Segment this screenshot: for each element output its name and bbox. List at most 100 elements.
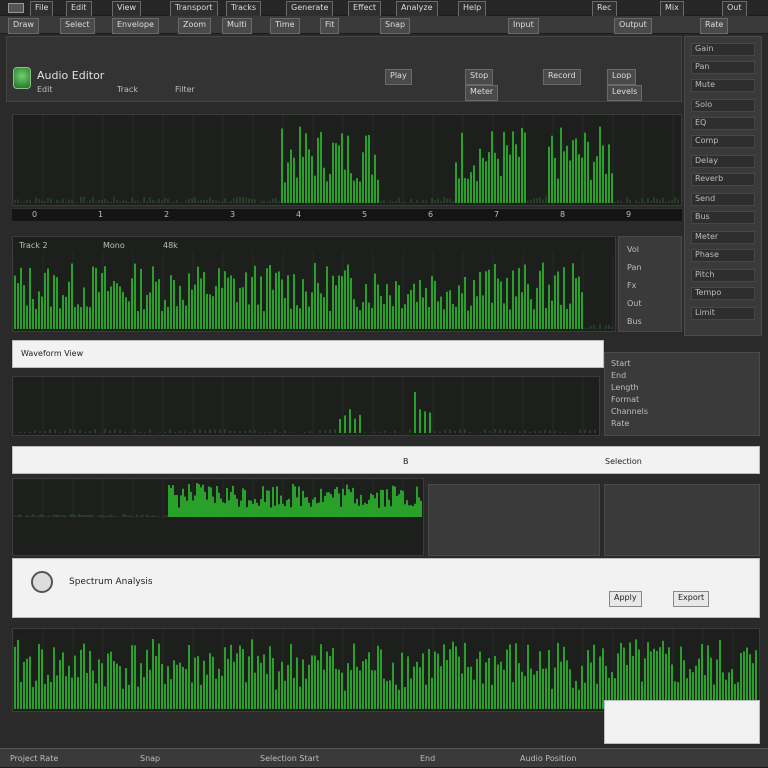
status-bar: Project Rate Snap Selection Start End Au… bbox=[0, 748, 768, 768]
right-panel-item[interactable]: Gain bbox=[691, 43, 755, 56]
header-sub-filter: Filter bbox=[175, 85, 195, 94]
track-2-format: Mono bbox=[103, 241, 125, 250]
status-audio-position: Audio Position bbox=[520, 754, 577, 763]
info-rate: Rate bbox=[611, 419, 630, 428]
right-panel-item[interactable]: Pan bbox=[691, 61, 755, 74]
right-panel-item[interactable]: Solo bbox=[691, 99, 755, 112]
section-5-overlay-box bbox=[604, 700, 760, 744]
tool-select[interactable]: Select bbox=[60, 18, 95, 34]
right-panel-label: Limit bbox=[695, 308, 715, 317]
menu-transport[interactable]: Transport bbox=[170, 1, 218, 17]
device-input[interactable]: Input bbox=[508, 18, 539, 34]
status-end: End bbox=[420, 754, 436, 763]
menu-effect[interactable]: Effect bbox=[348, 1, 382, 17]
tick-label: 7 bbox=[494, 210, 500, 219]
loop-button[interactable]: Loop bbox=[607, 69, 637, 85]
menu-generate[interactable]: Generate bbox=[286, 1, 334, 17]
tool-draw[interactable]: Draw bbox=[8, 18, 39, 34]
tool-fit[interactable]: Fit bbox=[320, 18, 340, 34]
track-4-waveform[interactable] bbox=[13, 479, 423, 519]
menu-view[interactable]: View bbox=[112, 1, 141, 17]
tick-label: 4 bbox=[296, 210, 302, 219]
right-panel-item[interactable]: Pitch bbox=[691, 269, 755, 282]
right-panel-label: Pan bbox=[695, 62, 710, 71]
right-panel-label: Reverb bbox=[695, 174, 724, 183]
menu-edit[interactable]: Edit bbox=[66, 1, 92, 17]
meter-button[interactable]: Meter bbox=[465, 85, 499, 101]
right-panel-item[interactable]: Bus bbox=[691, 211, 755, 224]
right-panel-label: Phase bbox=[695, 250, 719, 259]
right-panel-label: Pitch bbox=[695, 270, 715, 279]
toolbar-right-mix[interactable]: Mix bbox=[660, 1, 684, 17]
tool-multi[interactable]: Multi bbox=[222, 18, 252, 34]
info-end: End bbox=[611, 371, 627, 380]
info-start: Start bbox=[611, 359, 631, 368]
track-4[interactable] bbox=[12, 478, 424, 556]
tool-envelope[interactable]: Envelope bbox=[112, 18, 159, 34]
status-selection-start: Selection Start bbox=[260, 754, 319, 763]
track-1[interactable] bbox=[12, 114, 682, 206]
page-title: Audio Editor bbox=[37, 69, 105, 82]
track-3-waveform[interactable] bbox=[13, 377, 599, 435]
right-panel-label: EQ bbox=[695, 118, 707, 127]
track-2-side-pan[interactable]: Pan bbox=[627, 263, 641, 272]
stop-button[interactable]: Stop bbox=[465, 69, 494, 85]
right-panel: Gain Pan Mute Solo EQ Comp Delay Reverb … bbox=[684, 36, 762, 336]
right-panel-item[interactable]: Limit bbox=[691, 307, 755, 320]
header-sub-edit: Edit bbox=[37, 85, 53, 94]
right-panel-label: Tempo bbox=[695, 288, 722, 297]
right-panel-label: Meter bbox=[695, 232, 719, 241]
right-panel-item[interactable]: Comp bbox=[691, 135, 755, 148]
device-output[interactable]: Output bbox=[614, 18, 652, 34]
track-5-waveform[interactable] bbox=[13, 629, 759, 711]
track-2-waveform[interactable] bbox=[13, 253, 615, 331]
menu-file[interactable]: File bbox=[30, 1, 54, 17]
track-2-side-out[interactable]: Out bbox=[627, 299, 642, 308]
track-3[interactable] bbox=[12, 376, 600, 436]
right-panel-label: Send bbox=[695, 194, 716, 203]
section-3-title: Waveform View bbox=[21, 349, 84, 358]
header-sub-track: Track bbox=[117, 85, 138, 94]
track-1-waveform[interactable] bbox=[13, 115, 681, 205]
menu-tracks[interactable]: Tracks bbox=[226, 1, 262, 17]
right-panel-label: Delay bbox=[695, 156, 718, 165]
track-2-label: Track 2 bbox=[19, 241, 48, 250]
section-4-marker: B bbox=[403, 457, 409, 466]
section-3-side-panel: Start End Length Format Channels Rate bbox=[604, 352, 760, 436]
track-2-side-fx[interactable]: Fx bbox=[627, 281, 636, 290]
section-4-right-panel bbox=[604, 484, 760, 556]
app-icon[interactable] bbox=[8, 3, 24, 13]
play-button[interactable]: Play bbox=[385, 69, 412, 85]
track-2-side-vol[interactable]: Vol bbox=[627, 245, 639, 254]
tool-snap[interactable]: Snap bbox=[380, 18, 411, 34]
toolbar-right-out[interactable]: Out bbox=[722, 1, 747, 17]
tools-toolbar: Draw Select Envelope Zoom Multi Time Fit… bbox=[0, 16, 768, 34]
tool-zoom[interactable]: Zoom bbox=[178, 18, 212, 34]
right-panel-item[interactable]: Reverb bbox=[691, 173, 755, 186]
right-panel-item[interactable]: Meter bbox=[691, 231, 755, 244]
toolbar-right-rec[interactable]: Rec bbox=[592, 1, 617, 17]
section-4-middle-panel bbox=[428, 484, 600, 556]
right-panel-item[interactable]: Delay bbox=[691, 155, 755, 168]
tick-label: 5 bbox=[362, 210, 368, 219]
right-panel-item[interactable]: Phase bbox=[691, 249, 755, 262]
app-logo-icon bbox=[13, 67, 31, 89]
right-panel-item[interactable]: Tempo bbox=[691, 287, 755, 300]
menu-analyze[interactable]: Analyze bbox=[396, 1, 438, 17]
right-panel-item[interactable]: Mute bbox=[691, 79, 755, 92]
tick-label: 0 bbox=[32, 210, 38, 219]
track-2-side-bus[interactable]: Bus bbox=[627, 317, 642, 326]
spectrum-icon bbox=[31, 571, 53, 593]
device-rate[interactable]: Rate bbox=[700, 18, 729, 34]
export-button[interactable]: Export bbox=[673, 591, 710, 607]
right-panel-item[interactable]: EQ bbox=[691, 117, 755, 130]
tool-time[interactable]: Time bbox=[270, 18, 300, 34]
menu-help[interactable]: Help bbox=[458, 1, 487, 17]
apply-button[interactable]: Apply bbox=[609, 591, 642, 607]
section-4-right-label: Selection bbox=[605, 457, 642, 466]
levels-button[interactable]: Levels bbox=[607, 85, 643, 101]
record-button[interactable]: Record bbox=[543, 69, 581, 85]
right-panel-label: Solo bbox=[695, 100, 713, 109]
track-2[interactable]: Track 2 Mono 48k bbox=[12, 236, 616, 332]
right-panel-item[interactable]: Send bbox=[691, 193, 755, 206]
